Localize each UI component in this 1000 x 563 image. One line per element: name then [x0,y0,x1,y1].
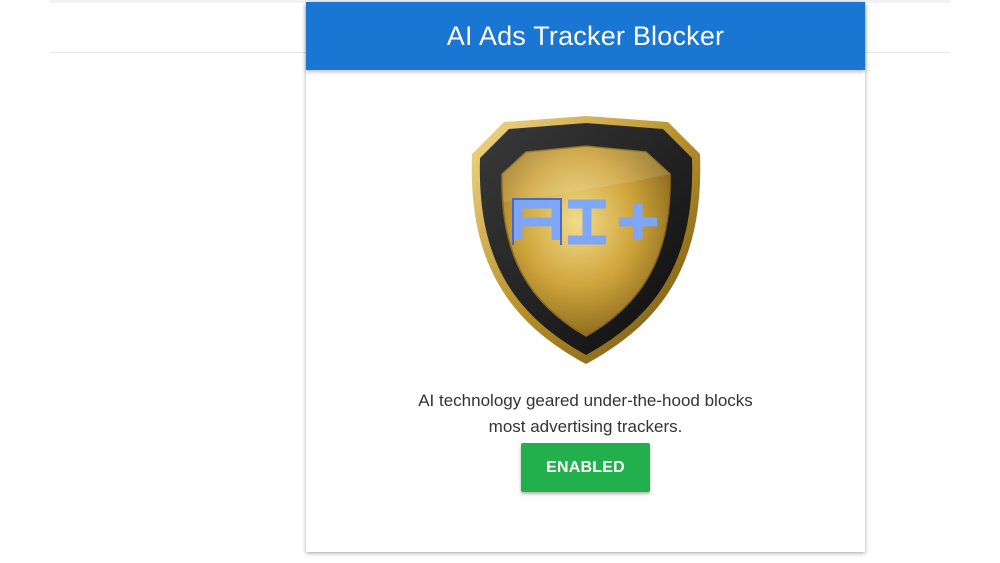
description-text: AI technology geared under-the-hood bloc… [346,388,825,440]
shield-logo [464,112,708,368]
enabled-toggle-button[interactable]: ENABLED [521,443,650,492]
shield-icon [471,116,701,364]
description-line-1: AI technology geared under-the-hood bloc… [418,391,753,410]
popup-header: AI Ads Tracker Blocker [306,2,865,70]
popup-title: AI Ads Tracker Blocker [446,20,725,51]
extension-page: AI Ads Tracker Blocker AI technology gea… [0,0,1000,563]
description-line-2: most advertising trackers. [488,417,683,436]
extension-popup: AI Ads Tracker Blocker AI technology gea… [306,2,865,552]
